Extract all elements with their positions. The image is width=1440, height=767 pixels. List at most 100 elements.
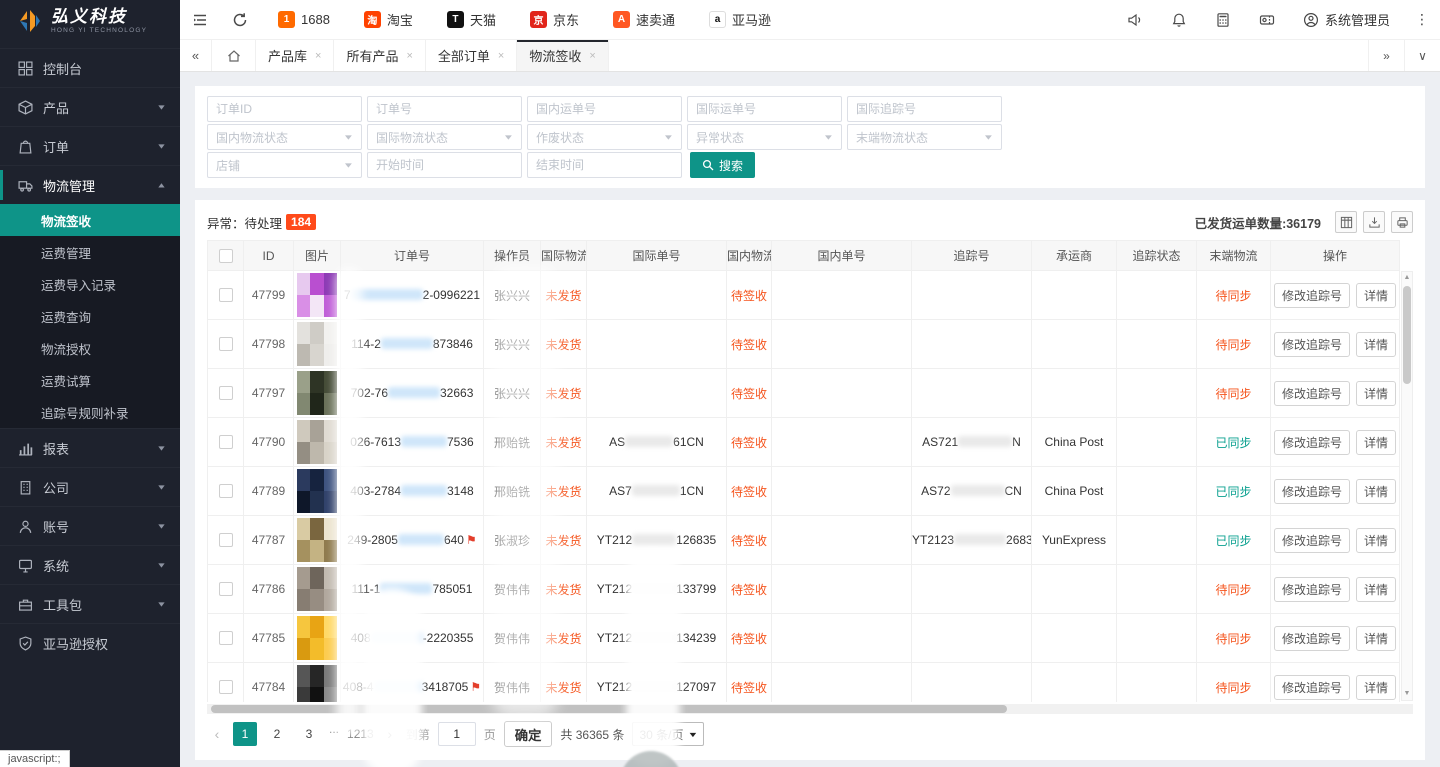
filter-input-开始时间[interactable]	[367, 152, 522, 178]
next-page-icon[interactable]: ›	[382, 726, 398, 742]
order-link[interactable]: 111-1785051	[352, 582, 473, 596]
tab-close-icon[interactable]: ×	[498, 50, 504, 62]
row-checkbox[interactable]	[219, 288, 233, 302]
edit-tracking-button[interactable]: 修改追踪号	[1274, 381, 1350, 406]
edit-tracking-button[interactable]: 修改追踪号	[1274, 675, 1350, 700]
order-link[interactable]: 72-0996221	[344, 288, 480, 302]
goto-page-input[interactable]	[438, 722, 476, 746]
row-checkbox[interactable]	[219, 680, 233, 694]
sidebar-item-亚马逊授权[interactable]: 亚马逊授权	[0, 623, 180, 662]
sidebar-collapse-button[interactable]	[180, 0, 220, 40]
tabs-scroll-left-icon[interactable]: «	[180, 40, 212, 71]
sidebar-item-报表[interactable]: 报表▼	[0, 428, 180, 467]
product-thumbnail[interactable]	[297, 420, 337, 464]
refresh-button[interactable]	[220, 0, 260, 40]
announcement-icon[interactable]	[1113, 0, 1157, 40]
sidebar-item-系统[interactable]: 系统▼	[0, 545, 180, 584]
filter-select-异常状态[interactable]: 异常状态▼	[687, 124, 842, 150]
columns-button[interactable]	[1335, 211, 1357, 233]
detail-button[interactable]: 详情	[1356, 577, 1396, 602]
horizontal-scroll-thumb[interactable]	[211, 705, 1007, 713]
filter-input-国际运单号[interactable]	[687, 96, 842, 122]
order-link[interactable]: 403-27843148	[350, 484, 473, 498]
product-thumbnail[interactable]	[297, 567, 337, 611]
sidebar-subitem-物流签收[interactable]: 物流签收	[0, 204, 180, 236]
sidebar-item-工具包[interactable]: 工具包▼	[0, 584, 180, 623]
sidebar-item-公司[interactable]: 公司▼	[0, 467, 180, 506]
home-tab[interactable]	[212, 40, 256, 71]
vertical-scrollbar[interactable]: ▲ ▼	[1401, 271, 1413, 701]
product-thumbnail[interactable]	[297, 322, 337, 366]
coupon-icon[interactable]	[1245, 0, 1289, 40]
detail-button[interactable]: 详情	[1356, 479, 1396, 504]
filter-input-国际追踪号[interactable]	[847, 96, 1002, 122]
product-thumbnail[interactable]	[297, 273, 337, 317]
page-size-select[interactable]: 30 条/页 ▼	[632, 722, 704, 746]
horizontal-scrollbar[interactable]	[207, 704, 1413, 714]
detail-button[interactable]: 详情	[1356, 430, 1396, 455]
detail-button[interactable]: 详情	[1356, 528, 1396, 553]
calculator-icon[interactable]	[1201, 0, 1245, 40]
filter-select-作废状态[interactable]: 作废状态▼	[527, 124, 682, 150]
row-checkbox[interactable]	[219, 582, 233, 596]
goto-confirm-button[interactable]: 确定	[504, 721, 553, 747]
filter-input-订单ID[interactable]	[207, 96, 362, 122]
sidebar-subitem-运费试算[interactable]: 运费试算	[0, 364, 180, 396]
edit-tracking-button[interactable]: 修改追踪号	[1274, 528, 1350, 553]
detail-button[interactable]: 详情	[1356, 332, 1396, 357]
filter-select-末端物流状态[interactable]: 末端物流状态▼	[847, 124, 1002, 150]
product-thumbnail[interactable]	[297, 665, 337, 702]
sidebar-item-订单[interactable]: 订单▼	[0, 126, 180, 165]
brand-logo[interactable]: 弘义科技 HONG YI TECHNOLOGY	[0, 0, 180, 42]
filter-select-国际物流状态[interactable]: 国际物流状态▼	[367, 124, 522, 150]
tab-close-icon[interactable]: ×	[589, 50, 595, 62]
detail-button[interactable]: 详情	[1356, 381, 1396, 406]
pending-count-badge[interactable]: 184	[286, 214, 316, 230]
order-link[interactable]: 408-2220355	[351, 631, 474, 645]
tabs-dropdown-icon[interactable]: ∨	[1404, 40, 1440, 71]
edit-tracking-button[interactable]: 修改追踪号	[1274, 283, 1350, 308]
order-link[interactable]: 408-43418705	[343, 680, 468, 694]
row-checkbox[interactable]	[219, 533, 233, 547]
tab-close-icon[interactable]: ×	[406, 50, 412, 62]
user-menu[interactable]: 系统管理员	[1289, 10, 1404, 29]
filter-input-订单号[interactable]	[367, 96, 522, 122]
sidebar-subitem-物流授权[interactable]: 物流授权	[0, 332, 180, 364]
tabs-scroll-right-icon[interactable]: »	[1368, 40, 1404, 71]
print-button[interactable]	[1391, 211, 1413, 233]
sidebar-item-控制台[interactable]: 控制台	[0, 48, 180, 87]
tab-物流签收[interactable]: 物流签收×	[517, 40, 608, 71]
row-checkbox[interactable]	[219, 484, 233, 498]
order-link[interactable]: 702-7632663	[351, 386, 474, 400]
sidebar-item-产品[interactable]: 产品▼	[0, 87, 180, 126]
sidebar-subitem-运费查询[interactable]: 运费查询	[0, 300, 180, 332]
order-link[interactable]: 249-2805640	[347, 533, 464, 547]
page-number-3[interactable]: 3	[297, 722, 321, 746]
row-checkbox[interactable]	[219, 435, 233, 449]
platform-link-天猫[interactable]: T天猫	[447, 10, 496, 29]
edit-tracking-button[interactable]: 修改追踪号	[1274, 626, 1350, 651]
filter-input-国内运单号[interactable]	[527, 96, 682, 122]
platform-link-淘宝[interactable]: 淘淘宝	[364, 10, 413, 29]
sidebar-subitem-运费管理[interactable]: 运费管理	[0, 236, 180, 268]
order-link[interactable]: 026-76137536	[350, 435, 473, 449]
product-thumbnail[interactable]	[297, 371, 337, 415]
notification-bell-icon[interactable]	[1157, 0, 1201, 40]
search-button[interactable]: 搜索	[690, 152, 755, 178]
page-number-2[interactable]: 2	[265, 722, 289, 746]
tab-全部订单[interactable]: 全部订单×	[426, 40, 517, 71]
vertical-scroll-thumb[interactable]	[1403, 286, 1411, 384]
detail-button[interactable]: 详情	[1356, 626, 1396, 651]
select-all-checkbox[interactable]	[219, 249, 233, 263]
tab-产品库[interactable]: 产品库×	[256, 40, 334, 71]
prev-page-icon[interactable]: ‹	[209, 726, 225, 742]
platform-link-京东[interactable]: 京京东	[530, 10, 579, 29]
detail-button[interactable]: 详情	[1356, 283, 1396, 308]
row-checkbox[interactable]	[219, 631, 233, 645]
tab-所有产品[interactable]: 所有产品×	[334, 40, 425, 71]
tab-close-icon[interactable]: ×	[315, 50, 321, 62]
platform-link-1688[interactable]: 11688	[278, 11, 330, 28]
product-thumbnail[interactable]	[297, 469, 337, 513]
detail-button[interactable]: 详情	[1356, 675, 1396, 700]
platform-link-亚马逊[interactable]: a亚马逊	[709, 10, 771, 29]
